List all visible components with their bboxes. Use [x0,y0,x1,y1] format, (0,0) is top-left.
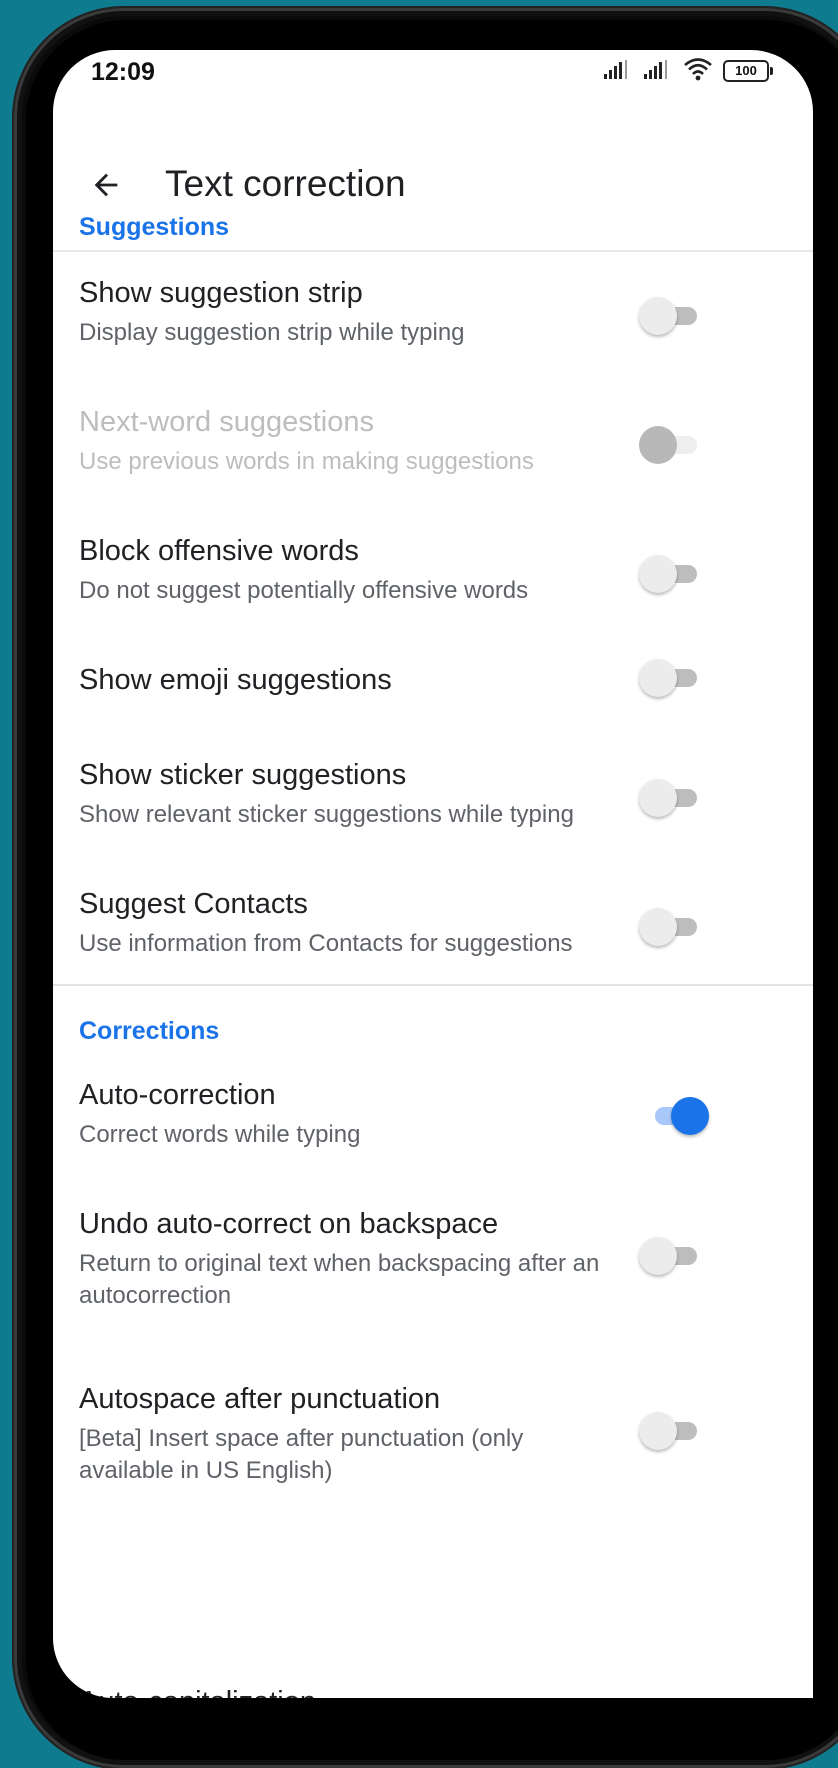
section-header-suggestions: Suggestions [79,213,230,241]
setting-title: Autospace after punctuation [79,1383,441,1415]
setting-auto-capitalization-partial[interactable]: Auto-capitalization [79,1686,316,1698]
setting-summary: Display suggestion strip while typing [79,319,465,346]
status-bar: 12:09 100 [53,50,813,120]
setting-title: Block offensive words [79,535,359,567]
wifi-icon [683,57,713,86]
setting-autospace-after-punctuation[interactable]: Autospace after punctuation [Beta] Inser… [53,1383,813,1513]
setting-title: Next-word suggestions [79,406,374,438]
toggle-switch[interactable] [639,907,703,947]
arrow-back-icon [94,173,118,197]
section-divider [53,984,813,986]
setting-title: Show sticker suggestions [79,759,407,791]
back-button[interactable] [81,160,131,210]
setting-summary: [Beta] Insert space after punctuation (o… [79,1425,524,1484]
setting-auto-correction[interactable]: Auto-correction Correct words while typi… [53,1079,813,1179]
setting-title: Show suggestion strip [79,277,363,309]
status-icons: 100 [603,56,773,86]
setting-show-sticker-suggestions[interactable]: Show sticker suggestions Show relevant s… [53,759,813,859]
setting-summary: Use previous words in making suggestions [79,448,534,475]
toggle-switch[interactable] [639,1411,703,1451]
setting-show-suggestion-strip[interactable]: Show suggestion strip Display suggestion… [53,277,813,377]
setting-summary: Correct words while typing [79,1121,361,1148]
toggle-switch[interactable] [639,658,703,698]
setting-summary: Do not suggest potentially offensive wor… [79,577,529,604]
signal-icon [643,58,673,85]
status-time: 12:09 [91,58,155,86]
setting-title: Auto-correction [79,1079,276,1111]
battery-icon: 100 [723,60,773,82]
setting-title: Show emoji suggestions [79,664,392,696]
toggle-switch[interactable] [639,1096,709,1136]
setting-next-word-suggestions: Next-word suggestions Use previous words… [53,406,813,506]
setting-title: Undo auto-correct on backspace [79,1208,499,1240]
page-title: Text correction [165,163,406,204]
setting-undo-auto-correct[interactable]: Undo auto-correct on backspace Return to… [53,1208,813,1338]
section-header-corrections: Corrections [79,1017,220,1045]
toggle-switch[interactable] [639,296,703,336]
setting-suggest-contacts[interactable]: Suggest Contacts Use information from Co… [53,888,813,988]
signal-icon [603,58,633,85]
setting-show-emoji-suggestions[interactable]: Show emoji suggestions [53,659,813,724]
toggle-switch[interactable] [639,778,703,818]
setting-summary: Use information from Contacts for sugges… [79,930,573,957]
toggle-switch [639,425,703,465]
setting-block-offensive-words[interactable]: Block offensive words Do not suggest pot… [53,535,813,635]
screen: 12:09 100 Text correction Suggestions Sh… [53,50,813,1698]
toggle-switch[interactable] [639,554,703,594]
toggle-switch[interactable] [639,1236,703,1276]
setting-summary: Return to original text when backspacing… [79,1250,600,1309]
setting-title: Suggest Contacts [79,888,308,920]
setting-summary: Show relevant sticker suggestions while … [79,801,574,828]
